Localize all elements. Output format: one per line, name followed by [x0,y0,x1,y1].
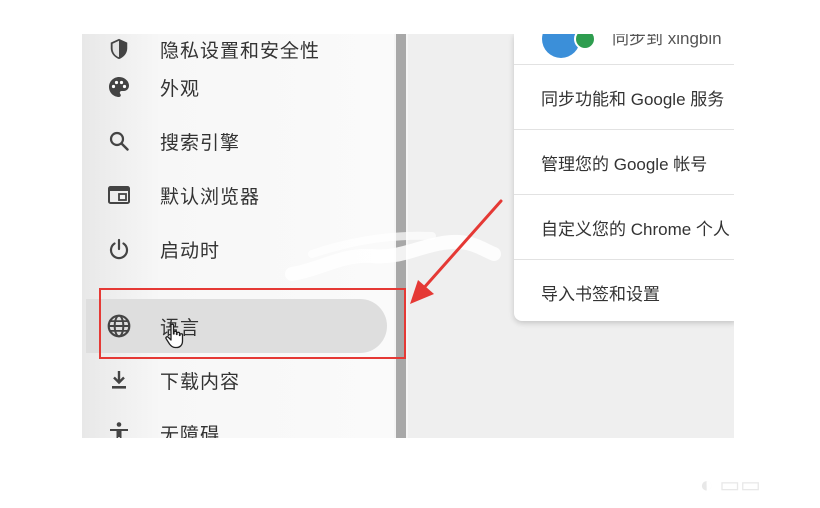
watermark-logo: ◐ ▭▭ [700,472,761,497]
red-arrow-annotation [410,199,503,304]
